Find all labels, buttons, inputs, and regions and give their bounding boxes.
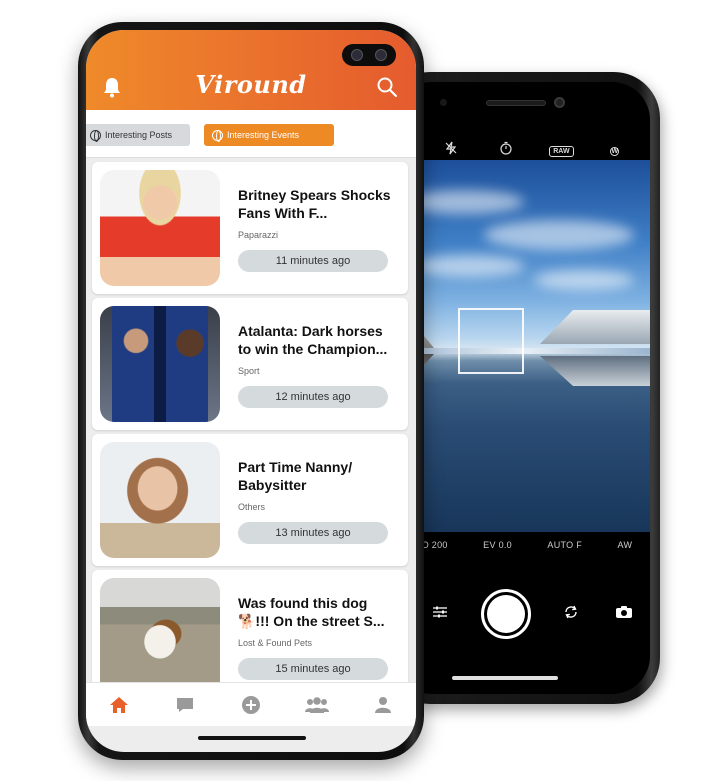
raw-toggle[interactable]: RAW: [549, 142, 574, 157]
switch-camera-icon[interactable]: [559, 604, 583, 625]
focus-square[interactable]: [458, 308, 524, 374]
iso-mode[interactable]: O 200: [422, 540, 448, 560]
camera-phone: RAW W O 200 EV 0.0 AUTO F AW: [384, 72, 660, 704]
feed-list: Britney Spears Shocks Fans With F... Pap…: [86, 160, 416, 682]
wb-mode[interactable]: AW: [617, 540, 632, 560]
home-indicator-front: [198, 736, 306, 740]
camera-bottom-controls: [394, 584, 650, 644]
timer-icon[interactable]: [495, 141, 517, 158]
wb-badge-label: W: [610, 146, 620, 156]
filter-bar: Interesting Posts Interesting Events: [86, 110, 416, 158]
nav-add[interactable]: [237, 693, 265, 717]
feed-card-title: Part Time Nanny/ Babysitter: [238, 459, 353, 493]
interesting-events-tab[interactable]: Interesting Events: [204, 124, 334, 146]
feed-card-image: [100, 578, 220, 682]
flash-off-icon[interactable]: [440, 141, 462, 158]
interesting-posts-tab[interactable]: Interesting Posts: [86, 124, 190, 146]
feed-card-category: Paparazzi: [238, 230, 279, 240]
feed-card-image: [100, 170, 220, 286]
feed-card-title: Was found this dog 🐕!!! On the street S.…: [238, 595, 385, 629]
home-icon: [110, 696, 128, 713]
feed-card-time: 15 minutes ago: [238, 658, 388, 680]
feed-card-time: 13 minutes ago: [238, 522, 388, 544]
interesting-events-label: Interesting Events: [227, 130, 300, 140]
camera-icon[interactable]: [612, 605, 636, 624]
app-phone: Viround Interesting Posts Interesting Ev…: [78, 22, 424, 760]
feed-card-image: [100, 306, 220, 422]
feed-card[interactable]: Was found this dog 🐕!!! On the street S.…: [92, 570, 408, 682]
nav-groups[interactable]: [303, 693, 331, 717]
feed-card-category: Lost & Found Pets: [238, 638, 313, 648]
focus-mode[interactable]: AUTO F: [547, 540, 582, 560]
user-icon: [375, 696, 391, 713]
camera-viewfinder[interactable]: [394, 160, 650, 532]
bottom-nav: [86, 682, 416, 726]
proximity-sensor: [440, 99, 447, 106]
app-header: Viround: [86, 30, 416, 110]
ev-mode[interactable]: EV 0.0: [483, 540, 512, 560]
feed-card[interactable]: Part Time Nanny/ Babysitter Others 13 mi…: [92, 434, 408, 566]
raw-badge-label: RAW: [549, 146, 574, 157]
feed-card[interactable]: Atalanta: Dark horses to win the Champio…: [92, 298, 408, 430]
nav-home[interactable]: [105, 693, 133, 717]
home-indicator-back: [452, 676, 558, 680]
feed-card-time: 11 minutes ago: [238, 250, 388, 272]
app-logo: Viround: [195, 70, 307, 99]
app-screen: Viround Interesting Posts Interesting Ev…: [86, 30, 416, 752]
feed-card-image: [100, 442, 220, 558]
building-right: [540, 310, 650, 344]
feed-card-title: Atalanta: Dark horses to win the Champio…: [238, 323, 388, 357]
front-camera: [554, 97, 565, 108]
shutter-button[interactable]: [480, 589, 531, 639]
globe-icon: [90, 129, 101, 142]
earpiece-speaker: [486, 100, 546, 106]
add-circle-icon: [242, 695, 260, 714]
feed-card-time: 12 minutes ago: [238, 386, 388, 408]
feed-card-category: Others: [238, 502, 266, 512]
feed-card-title: Britney Spears Shocks Fans With F...: [238, 187, 391, 221]
camera-notch-area: [394, 82, 650, 142]
building-right-reflection: [540, 356, 650, 386]
feed-card-category: Sport: [238, 366, 260, 376]
camera-mode-strip: O 200 EV 0.0 AUTO F AW: [394, 540, 650, 560]
globe-icon: [212, 129, 223, 142]
sliders-icon[interactable]: [428, 605, 452, 624]
front-camera-cutout: [342, 44, 396, 66]
white-balance-toggle[interactable]: W: [604, 142, 626, 157]
search-icon[interactable]: [376, 76, 398, 98]
nav-profile[interactable]: [369, 693, 397, 717]
users-icon: [305, 696, 329, 713]
feed-card[interactable]: Britney Spears Shocks Fans With F... Pap…: [92, 162, 408, 294]
camera-screen: RAW W O 200 EV 0.0 AUTO F AW: [394, 82, 650, 694]
chat-icon: [177, 697, 193, 712]
nav-messages[interactable]: [171, 693, 199, 717]
interesting-posts-label: Interesting Posts: [105, 130, 173, 140]
